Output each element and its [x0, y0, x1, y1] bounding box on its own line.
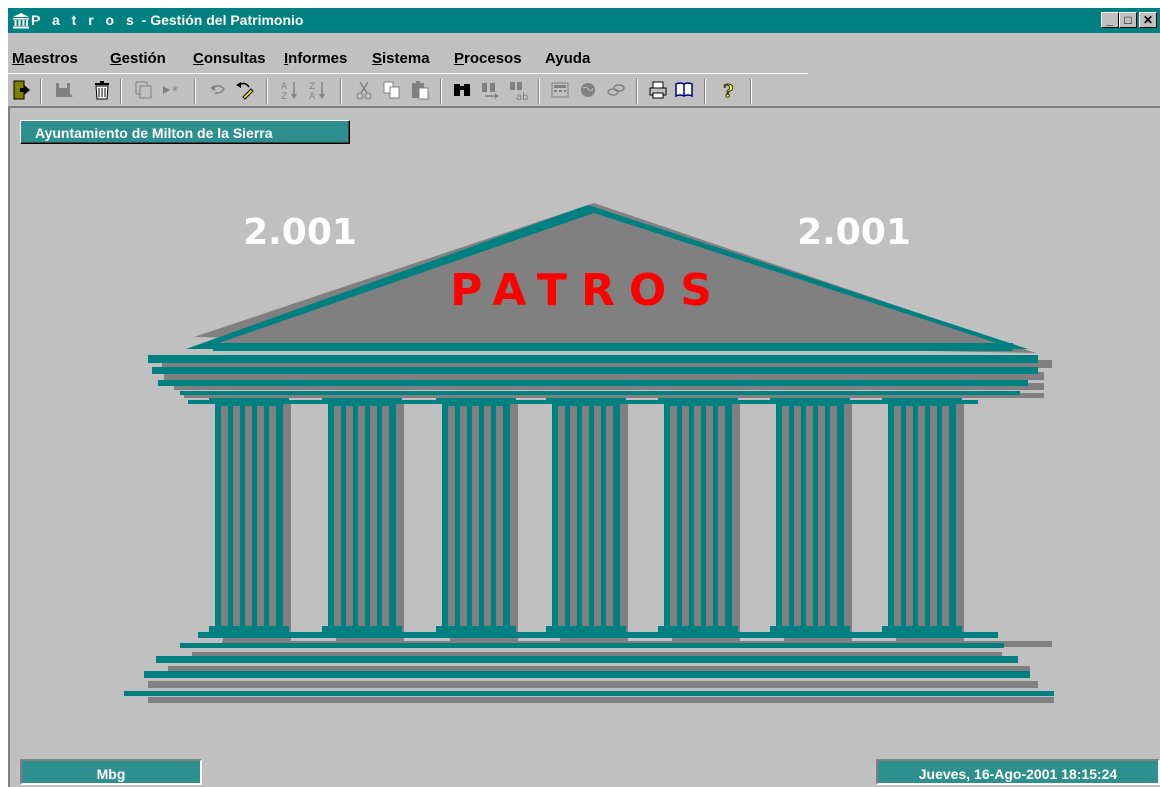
temple-column: [436, 398, 518, 644]
temple-column: [546, 398, 628, 644]
organization-button[interactable]: Ayuntamiento de Milton de la Sierra: [20, 120, 350, 144]
temple-column: [209, 398, 291, 644]
temple-column: [770, 398, 852, 644]
temple-column: [658, 398, 740, 644]
status-user-panel: Mbg: [20, 759, 202, 785]
app-window: P a t r o s - Gestión del Patrimonio _ □…: [8, 8, 1160, 787]
temple-columns: [209, 398, 964, 644]
year-left: 2.001: [243, 212, 357, 253]
year-right: 2.001: [797, 212, 911, 253]
temple-column: [882, 398, 964, 644]
status-datetime-panel: Jueves, 16-Ago-2001 18:15:24: [876, 759, 1160, 785]
brand-patros: PATROS: [450, 265, 726, 316]
temple-entablature: [148, 343, 1038, 404]
temple-column: [322, 398, 404, 644]
temple-steps: [124, 632, 1054, 703]
